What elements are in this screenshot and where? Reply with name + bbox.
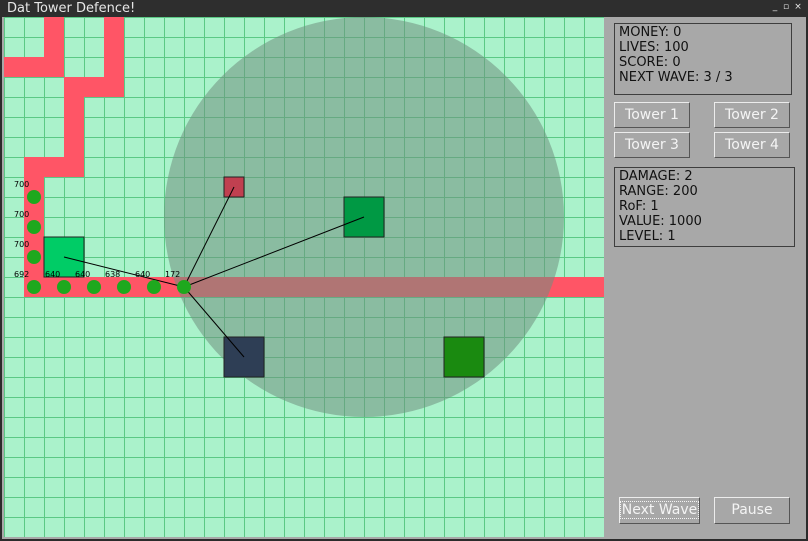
- enemy-hp-label: 638: [105, 270, 120, 279]
- range-label: RANGE: 200: [619, 184, 698, 199]
- path-segment: [24, 157, 64, 177]
- enemy: [117, 280, 131, 294]
- tower-5[interactable]: [443, 336, 485, 378]
- path-segment: [4, 57, 64, 77]
- close-icon[interactable]: ×: [794, 3, 802, 12]
- tower-3-button[interactable]: Tower 3: [614, 132, 690, 158]
- value-label: VALUE: 1000: [619, 214, 702, 229]
- tower-3-button-label: Tower 3: [625, 137, 679, 153]
- minimize-icon[interactable]: _: [771, 3, 779, 12]
- tower-info-panel: DAMAGE: 2 RANGE: 200 RoF: 1 VALUE: 1000 …: [614, 167, 795, 247]
- path-segment: [64, 77, 124, 97]
- tower-4-button[interactable]: Tower 4: [714, 132, 790, 158]
- path-segment: [44, 17, 64, 57]
- window-title: Dat Tower Defence!: [7, 1, 136, 16]
- tower-2-button-label: Tower 2: [725, 107, 779, 123]
- enemy-hp-label: 700: [14, 180, 29, 189]
- money-label: MONEY: 0: [619, 25, 682, 40]
- score-label: SCORE: 0: [619, 55, 681, 70]
- enemy-hp-label: 700: [14, 210, 29, 219]
- enemy: [27, 190, 41, 204]
- enemy-hp-label: 640: [45, 270, 60, 279]
- pause-button[interactable]: Pause: [714, 497, 790, 524]
- enemy-hp-label: 700: [14, 240, 29, 249]
- enemy: [147, 280, 161, 294]
- enemy-hp-label: 172: [165, 270, 180, 279]
- tower-2-button[interactable]: Tower 2: [714, 102, 790, 128]
- enemy-hp-label: 640: [75, 270, 90, 279]
- damage-label: DAMAGE: 2: [619, 169, 693, 184]
- game-board[interactable]: 700 700 700 692 640 640 638 640 172: [4, 17, 604, 537]
- tower-4-button-label: Tower 4: [725, 137, 779, 153]
- enemy: [27, 250, 41, 264]
- stats-panel: MONEY: 0 LIVES: 100 SCORE: 0 NEXT WAVE: …: [614, 23, 792, 95]
- level-label: LEVEL: 1: [619, 229, 676, 244]
- enemy: [177, 280, 191, 294]
- enemy: [87, 280, 101, 294]
- rof-label: RoF: 1: [619, 199, 659, 214]
- pause-button-label: Pause: [731, 502, 773, 518]
- lives-label: LIVES: 100: [619, 40, 689, 55]
- next-wave-button[interactable]: Next Wave: [619, 497, 700, 524]
- maximize-icon[interactable]: ▫: [782, 3, 790, 12]
- next-wave-label: NEXT WAVE: 3 / 3: [619, 70, 733, 85]
- enemy-hp-label: 640: [135, 270, 150, 279]
- tower-1-button-label: Tower 1: [625, 107, 679, 123]
- title-bar: Dat Tower Defence! _ ▫ ×: [0, 0, 808, 17]
- enemy: [27, 220, 41, 234]
- enemy: [27, 280, 41, 294]
- enemy-hp-label: 692: [14, 270, 29, 279]
- next-wave-button-label: Next Wave: [619, 501, 700, 519]
- path-segment: [64, 97, 84, 177]
- tower-1-button[interactable]: Tower 1: [614, 102, 690, 128]
- enemy: [57, 280, 71, 294]
